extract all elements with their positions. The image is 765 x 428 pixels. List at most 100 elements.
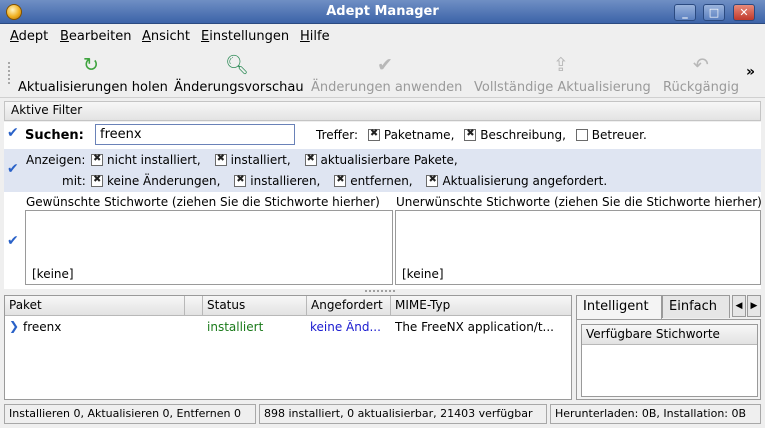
option-label: installiert, xyxy=(230,153,291,167)
preview-changes-label: Änderungsvorschau xyxy=(174,80,304,95)
table-header: Paket Status Angefordert MIME-Typ xyxy=(5,296,571,316)
menu-accel: E xyxy=(201,29,210,44)
splitter-grip[interactable] xyxy=(365,290,395,293)
toolbar: ↻ Aktualisierungen holen 🔍︎ Änderungsvor… xyxy=(0,48,765,98)
show-not-installed[interactable]: nicht installiert, xyxy=(91,153,201,167)
column-header-mime[interactable]: MIME-Typ xyxy=(391,296,571,316)
option-label: Beschreibung, xyxy=(480,128,566,142)
menu-label: instellungen xyxy=(209,29,290,44)
app-icon[interactable] xyxy=(6,4,22,20)
package-status: installiert xyxy=(207,320,264,334)
checkbox-unchecked[interactable] xyxy=(575,129,588,141)
checkbox-checked[interactable] xyxy=(91,174,103,187)
title-bar[interactable]: Adept Manager xyxy=(0,0,765,24)
column-header-requested[interactable]: Angefordert xyxy=(307,296,391,316)
undo-icon: ↶ xyxy=(693,54,709,76)
maximize-button[interactable]: □ xyxy=(703,4,725,21)
show-label: Anzeigen: xyxy=(26,153,86,167)
column-header-flag[interactable] xyxy=(185,296,203,316)
collapse-chevron-icon[interactable]: ✔ xyxy=(7,233,19,249)
expand-chevron-icon[interactable]: ❯ xyxy=(9,319,19,333)
upgrade-arrow-icon: ⇪ xyxy=(553,54,569,76)
menu-accel: H xyxy=(300,29,310,44)
status-sizes: Herunterladen: 0B, Installation: 0B xyxy=(550,404,761,424)
toolbar-grip[interactable] xyxy=(8,62,11,84)
with-install[interactable]: installieren, xyxy=(234,174,320,188)
preview-changes-button[interactable]: 🔍︎ Änderungsvorschau xyxy=(174,54,304,98)
fetch-updates-button[interactable]: ↻ Aktualisierungen holen xyxy=(18,54,168,98)
collapse-chevron-icon[interactable]: ✔ xyxy=(7,125,19,141)
checkbox-checked[interactable] xyxy=(214,153,227,166)
menu-ansicht[interactable]: Ansicht xyxy=(142,29,190,44)
status-counts: 898 installiert, 0 aktualisierbar, 21403… xyxy=(259,404,547,424)
checkmark-icon: ✔ xyxy=(377,54,393,76)
menu-bar: Adept Bearbeiten Ansicht Einstellungen H… xyxy=(0,25,765,47)
column-header-status[interactable]: Status xyxy=(203,296,307,316)
option-label: nicht installiert, xyxy=(107,153,201,167)
match-package-name[interactable]: Paketname, xyxy=(367,128,454,142)
checkbox-checked[interactable] xyxy=(91,153,103,166)
package-requested: keine Änd... xyxy=(310,320,381,334)
with-no-changes[interactable]: keine Änderungen, xyxy=(91,174,220,188)
close-button[interactable]: ✕ xyxy=(733,4,755,21)
show-options: nicht installiert, installiert, aktualis… xyxy=(91,153,468,167)
search-input[interactable] xyxy=(95,124,295,145)
collapse-chevron-icon[interactable]: ✔ xyxy=(7,161,19,177)
with-remove[interactable]: entfernen, xyxy=(334,174,413,188)
window-title: Adept Manager xyxy=(326,4,439,19)
menu-label: earbeiten xyxy=(68,29,132,44)
search-row: ✔ Suchen: Treffer: Paketname, Beschreibu… xyxy=(4,122,761,148)
with-options: keine Änderungen, installieren, entferne… xyxy=(91,174,617,188)
option-label: aktualisierbare Pakete, xyxy=(320,153,458,167)
checkbox-checked[interactable] xyxy=(426,174,439,187)
option-label: entfernen, xyxy=(350,174,413,188)
tab-einfach[interactable]: Einfach xyxy=(662,295,730,318)
show-installed[interactable]: installiert, xyxy=(214,153,291,167)
wanted-keywords-empty: [keine] xyxy=(32,267,74,281)
tab-scroll-left-icon[interactable]: ◀ xyxy=(732,295,746,317)
toolbar-overflow-button[interactable]: » xyxy=(746,64,755,80)
tab-intelligent[interactable]: Intelligent xyxy=(576,295,662,320)
tab-scroll-right-icon[interactable]: ▶ xyxy=(747,295,761,317)
match-description[interactable]: Beschreibung, xyxy=(464,128,566,142)
undo-label: Rückgängig xyxy=(663,80,739,95)
keyword-tab-panel: Intelligent Einfach ◀ ▶ Verfügbare Stich… xyxy=(576,295,761,400)
package-table: Paket Status Angefordert MIME-Typ ❯ free… xyxy=(4,295,572,400)
menu-einstellungen[interactable]: Einstellungen xyxy=(201,29,289,44)
unwanted-keywords-dropzone[interactable]: [keine] xyxy=(395,210,761,285)
minimize-button[interactable]: _ xyxy=(674,4,696,21)
refresh-icon: ↻ xyxy=(83,54,99,76)
menu-accel: B xyxy=(60,29,69,44)
match-maintainer[interactable]: Betreuer. xyxy=(575,128,647,142)
column-header-package[interactable]: Paket xyxy=(5,296,185,316)
keyword-row: ✔ Gewünschte Stichworte (ziehen Sie die … xyxy=(4,193,761,289)
status-changes: Installieren 0, Aktualisieren 0, Entfern… xyxy=(4,404,256,424)
search-label: Suchen: xyxy=(25,128,84,143)
checkbox-checked[interactable] xyxy=(234,174,247,187)
menu-hilfe[interactable]: Hilfe xyxy=(300,29,330,44)
fetch-updates-label: Aktualisierungen holen xyxy=(18,80,168,95)
menu-label: ilfe xyxy=(309,29,330,44)
checkbox-checked[interactable] xyxy=(464,128,477,141)
wanted-keywords-dropzone[interactable]: [keine] xyxy=(25,210,393,285)
apply-changes-button[interactable]: ✔ Änderungen anwenden xyxy=(311,54,462,98)
checkbox-checked[interactable] xyxy=(367,128,380,141)
checkbox-checked[interactable] xyxy=(304,153,317,166)
unwanted-keywords-empty: [keine] xyxy=(402,267,444,281)
wanted-keywords-title: Gewünschte Stichworte (ziehen Sie die St… xyxy=(26,195,380,209)
show-upgradable[interactable]: aktualisierbare Pakete, xyxy=(304,153,458,167)
unwanted-keywords-title: Unerwünschte Stichworte (ziehen Sie die … xyxy=(396,195,761,209)
menu-accel: A xyxy=(142,29,151,44)
option-label: Aktualisierung angefordert. xyxy=(442,174,608,188)
available-keywords-header[interactable]: Verfügbare Stichworte xyxy=(582,325,757,345)
checkbox-checked[interactable] xyxy=(334,174,347,187)
match-label: Treffer: xyxy=(316,128,359,142)
menu-accel: A xyxy=(10,29,19,44)
undo-button[interactable]: ↶ Rückgängig xyxy=(662,54,740,98)
menu-adept[interactable]: Adept xyxy=(10,29,48,44)
menu-bearbeiten[interactable]: Bearbeiten xyxy=(60,29,131,44)
package-mime: The FreeNX application/t... xyxy=(395,320,554,334)
with-upgrade-requested[interactable]: Aktualisierung angefordert. xyxy=(426,174,607,188)
available-keywords-list[interactable]: Verfügbare Stichworte xyxy=(581,324,758,397)
full-upgrade-button[interactable]: ⇪ Vollständige Aktualisierung xyxy=(474,54,651,98)
